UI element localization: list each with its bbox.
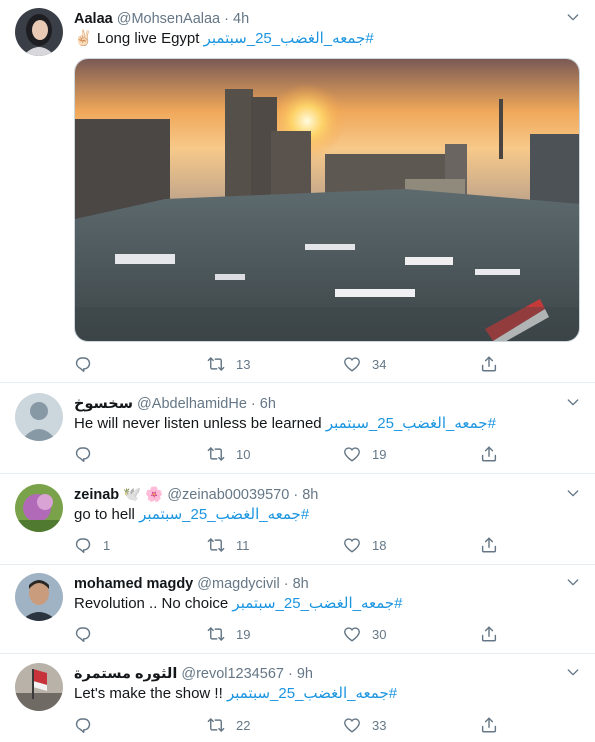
heart-icon — [343, 445, 361, 463]
retweet-count: 11 — [236, 537, 250, 553]
retweet-button[interactable]: 13 — [207, 354, 250, 374]
reply-icon — [74, 716, 92, 734]
reply-button[interactable] — [74, 354, 103, 374]
tweet-text: Revolution .. No choice — [74, 595, 229, 612]
heart-icon — [343, 536, 361, 554]
share-button[interactable] — [480, 354, 498, 374]
retweet-count: 19 — [236, 626, 251, 642]
reply-icon — [74, 625, 92, 643]
timestamp[interactable]: 6h — [260, 396, 276, 412]
tweet[interactable]: الثوره مستمرة @revol1234567 · 9h Let's m… — [0, 654, 595, 742]
separator: · — [283, 576, 289, 592]
share-button[interactable] — [480, 624, 498, 644]
retweet-count: 22 — [236, 717, 251, 733]
share-icon — [480, 716, 498, 734]
like-button[interactable]: 33 — [343, 715, 386, 735]
like-count: 33 — [372, 717, 387, 733]
share-icon — [480, 355, 498, 373]
retweet-count: 10 — [236, 446, 251, 462]
chevron-down-icon[interactable] — [565, 394, 581, 410]
retweet-button[interactable]: 22 — [207, 715, 250, 735]
tweet-text: go to hell — [74, 506, 135, 523]
avatar[interactable] — [15, 573, 63, 621]
user-name[interactable]: الثوره مستمرة — [74, 666, 177, 682]
avatar[interactable] — [15, 8, 63, 56]
share-icon — [480, 625, 498, 643]
reply-count: 1 — [103, 537, 111, 553]
reply-icon — [74, 445, 92, 463]
retweet-button[interactable]: 10 — [207, 444, 250, 464]
like-count: 30 — [372, 626, 387, 642]
share-button[interactable] — [480, 535, 498, 555]
avatar[interactable] — [15, 484, 63, 532]
tweet-text: Let's make the show !! — [74, 685, 223, 702]
reply-button[interactable] — [74, 624, 103, 644]
like-count: 19 — [372, 446, 387, 462]
share-icon — [480, 536, 498, 554]
hashtag-link[interactable]: #جمعه_الغضب_25_سبتمبر — [204, 30, 374, 47]
name-emoji: 🕊️ 🌸 — [123, 487, 164, 503]
separator: · — [293, 487, 299, 503]
emoji: ✌🏻 — [74, 30, 93, 47]
like-button[interactable]: 30 — [343, 624, 386, 644]
chevron-down-icon[interactable] — [565, 574, 581, 590]
user-name[interactable]: سخسوخ — [74, 396, 133, 412]
reply-icon — [74, 355, 92, 373]
separator: · — [224, 11, 229, 27]
share-icon — [480, 445, 498, 463]
user-handle[interactable]: @revol1234567 — [181, 666, 284, 682]
like-button[interactable]: 18 — [343, 535, 386, 555]
heart-icon — [343, 625, 361, 643]
retweet-icon — [207, 445, 225, 463]
retweet-button[interactable]: 19 — [207, 624, 250, 644]
retweet-button[interactable]: 11 — [207, 535, 250, 555]
reply-icon — [74, 536, 92, 554]
retweet-icon — [207, 536, 225, 554]
tweet-text: He will never listen unless be learned — [74, 415, 322, 432]
separator: · — [287, 666, 293, 682]
user-handle[interactable]: @AbdelhamidHe — [137, 396, 247, 412]
reply-button[interactable] — [74, 715, 103, 735]
user-name[interactable]: Aalaa — [74, 11, 113, 27]
timestamp[interactable]: 4h — [233, 11, 249, 27]
separator: · — [250, 396, 256, 412]
like-count: 34 — [372, 356, 387, 372]
avatar[interactable] — [15, 393, 63, 441]
retweet-icon — [207, 355, 225, 373]
user-handle[interactable]: @magdycivil — [197, 576, 279, 592]
heart-icon — [343, 355, 361, 373]
hashtag-link[interactable]: #جمعه_الغضب_25_سبتمبر — [326, 415, 496, 432]
like-button[interactable]: 19 — [343, 444, 386, 464]
reply-button[interactable] — [74, 444, 103, 464]
tweet[interactable]: سخسوخ @AbdelhamidHe · 6h He will never l… — [0, 383, 595, 474]
tweet[interactable]: Aalaa @MohsenAalaa · 4h ✌🏻 Long live Egy… — [0, 0, 595, 383]
hashtag-link[interactable]: #جمعه_الغضب_25_سبتمبر — [232, 595, 402, 612]
heart-icon — [343, 716, 361, 734]
chevron-down-icon[interactable] — [565, 9, 581, 25]
retweet-count: 13 — [236, 356, 251, 372]
like-button[interactable]: 34 — [343, 354, 386, 374]
user-name[interactable]: zeinab — [74, 487, 119, 503]
reply-button[interactable]: 1 — [74, 535, 110, 555]
share-button[interactable] — [480, 444, 498, 464]
user-handle[interactable]: @MohsenAalaa — [117, 11, 220, 27]
chevron-down-icon[interactable] — [565, 664, 581, 680]
avatar[interactable] — [15, 663, 63, 711]
user-name[interactable]: mohamed magdy — [74, 576, 193, 592]
tweet[interactable]: mohamed magdy @magdycivil · 8h Revolutio… — [0, 565, 595, 654]
hashtag-link[interactable]: #جمعه_الغضب_25_سبتمبر — [139, 506, 309, 523]
share-button[interactable] — [480, 715, 498, 735]
like-count: 18 — [372, 537, 387, 553]
tweet-photo[interactable] — [74, 58, 580, 342]
user-handle[interactable]: @zeinab00039570 — [167, 487, 289, 503]
timestamp[interactable]: 9h — [297, 666, 313, 682]
tweet-text: Long live Egypt — [96, 30, 200, 47]
timestamp[interactable]: 8h — [293, 576, 309, 592]
hashtag-link[interactable]: #جمعه_الغضب_25_سبتمبر — [227, 685, 397, 702]
timestamp[interactable]: 8h — [302, 487, 318, 503]
chevron-down-icon[interactable] — [565, 485, 581, 501]
tweet[interactable]: zeinab 🕊️ 🌸 @zeinab00039570 · 8h go to h… — [0, 474, 595, 565]
retweet-icon — [207, 625, 225, 643]
retweet-icon — [207, 716, 225, 734]
